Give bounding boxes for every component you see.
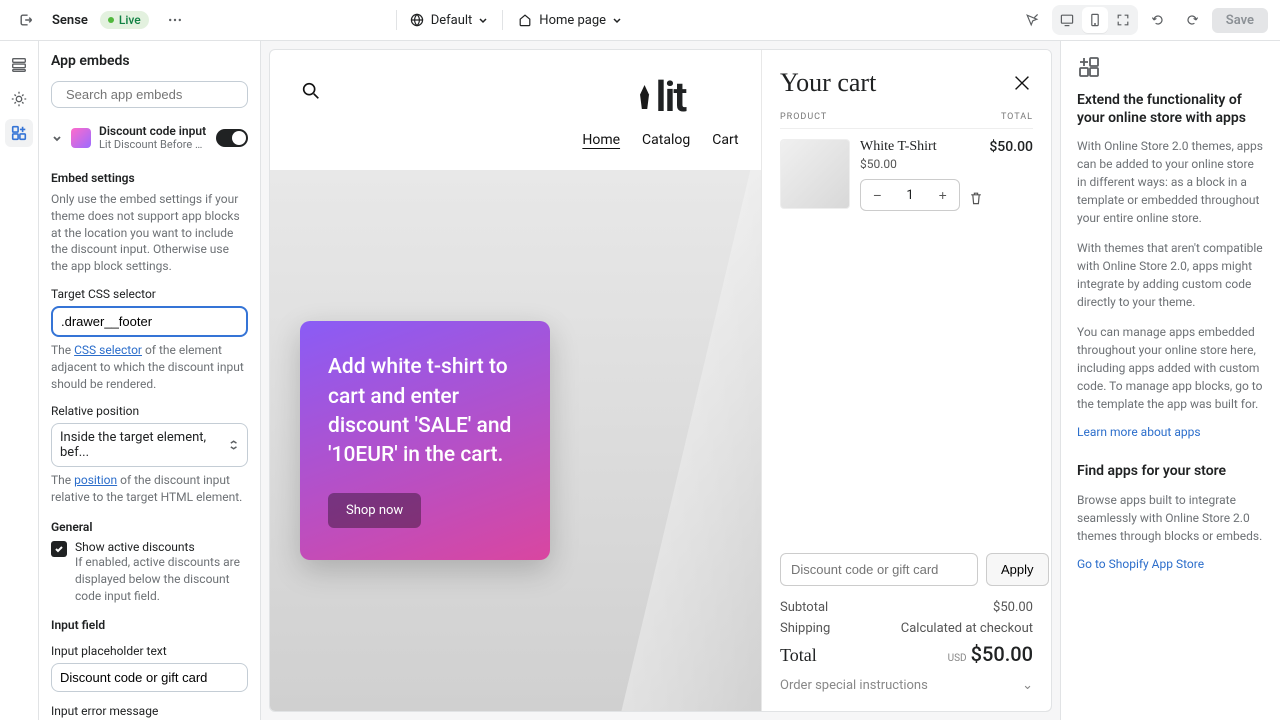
store-nav: Home Catalog Cart [582,132,738,148]
search-icon[interactable] [300,80,322,102]
redo-icon[interactable] [1178,6,1206,34]
app-icon [71,128,91,148]
apps-icon [1077,55,1264,79]
app-embeds-icon[interactable] [5,119,33,147]
fullscreen-icon[interactable] [1110,7,1136,33]
qty-stepper: − 1 + [860,179,960,211]
total-label: Total [780,645,817,666]
settings-icon[interactable] [5,85,33,113]
promo-text: Add white t-shirt to cart and enter disc… [328,353,522,471]
search-input[interactable] [51,81,248,108]
top-bar: Sense Live Default Home page Save [0,0,1280,41]
target-help: The CSS selector of the element adjacent… [51,342,248,392]
show-active-label: Show active discounts [75,540,248,554]
app-store-link[interactable]: Go to Shopify App Store [1077,557,1204,571]
app-toggle[interactable] [216,129,248,147]
sections-icon[interactable] [5,51,33,79]
search-field[interactable] [66,87,242,102]
sidebar: App embeds Discount code input Lit Disco… [39,41,261,720]
relpos-label: Relative position [51,404,248,418]
col-product: PRODUCT [780,112,827,122]
shop-now-button[interactable]: Shop now [328,493,421,528]
left-rail [0,41,39,720]
undo-icon[interactable] [1144,6,1172,34]
learn-more-link[interactable]: Learn more about apps [1077,425,1201,439]
item-line-total: $50.00 [989,139,1033,155]
preview-frame: lit Home Catalog Cart Add white t-shirt … [269,49,1052,712]
qty-plus[interactable]: + [926,187,959,203]
cart-drawer: Your cart PRODUCT TOTAL White T-Shirt $5… [761,50,1051,711]
subtotal-value: $50.00 [993,600,1033,615]
item-price: $50.00 [860,157,1033,171]
inputfield-section-title: Input field [51,618,248,632]
rp-heading-2: Find apps for your store [1077,462,1264,480]
position-link[interactable]: position [74,473,117,487]
target-label: Target CSS selector [51,287,248,301]
preview-area: lit Home Catalog Cart Add white t-shirt … [261,41,1060,720]
show-active-help: If enabled, active discounts are display… [75,554,248,604]
rp-para-1: With Online Store 2.0 themes, apps can b… [1077,137,1264,227]
nav-catalog[interactable]: Catalog [642,132,690,148]
nav-cart[interactable]: Cart [712,132,738,148]
chevron-down-icon: ⌄ [1022,678,1033,693]
shipping-label: Shipping [780,621,830,636]
cart-title: Your cart [780,68,876,98]
item-name: White T-Shirt [860,139,937,155]
shipping-value: Calculated at checkout [901,621,1033,636]
close-icon[interactable] [1011,72,1033,94]
placeholder-input[interactable] [51,663,248,692]
right-panel: Extend the functionality of your online … [1060,41,1280,720]
general-section-title: General [51,520,248,534]
chevron-down-icon[interactable] [51,132,63,144]
app-subtitle: Lit Discount Before C... [99,138,208,151]
col-total: TOTAL [1001,112,1033,122]
total-value: $50.00 [971,642,1033,666]
rp-heading-1: Extend the functionality of your online … [1077,91,1264,127]
store-name: Sense [52,13,88,28]
relpos-help: The position of the discount input relat… [51,472,248,506]
exit-icon[interactable] [12,6,40,34]
inspector-icon[interactable] [1018,6,1046,34]
relpos-select[interactable]: Inside the target element, bef... [51,423,248,467]
item-thumb [780,139,850,209]
nav-home[interactable]: Home [582,132,620,148]
promo-card: Add white t-shirt to cart and enter disc… [300,321,550,560]
qty-value: 1 [894,188,927,203]
show-active-checkbox[interactable] [51,541,67,557]
rp-para-3: You can manage apps embedded throughout … [1077,323,1264,413]
special-instructions[interactable]: Order special instructions ⌄ [780,678,1033,693]
apply-button[interactable]: Apply [986,553,1049,586]
css-selector-link[interactable]: CSS selector [74,343,142,357]
total-currency: USD [948,653,967,664]
rp-para-2: With themes that aren't compatible with … [1077,239,1264,311]
live-badge: Live [100,11,149,29]
discount-input[interactable] [780,553,978,586]
embed-section-title: Embed settings [51,171,248,185]
target-input[interactable] [51,306,248,337]
trash-icon[interactable] [968,190,984,206]
device-switcher [1052,5,1138,35]
sidebar-title: App embeds [51,53,248,69]
page-select[interactable]: Home page [517,12,622,28]
placeholder-label: Input placeholder text [51,644,248,658]
desktop-icon[interactable] [1054,7,1080,33]
subtotal-label: Subtotal [780,600,828,615]
embed-help: Only use the embed settings if your them… [51,191,248,275]
save-button[interactable]: Save [1212,8,1268,33]
store-logo: lit [636,73,686,122]
app-row: Discount code input Lit Discount Before … [51,118,248,157]
cart-item: White T-Shirt $50.00 $50.00 − 1 + [780,139,1033,211]
mobile-icon[interactable] [1082,7,1108,33]
locale-select[interactable]: Default [409,12,489,28]
rp-para-4: Browse apps built to integrate seamlessl… [1077,491,1264,545]
more-icon[interactable] [161,6,189,34]
app-title: Discount code input [99,124,208,138]
error-label: Input error message [51,704,248,718]
qty-minus[interactable]: − [861,187,894,203]
